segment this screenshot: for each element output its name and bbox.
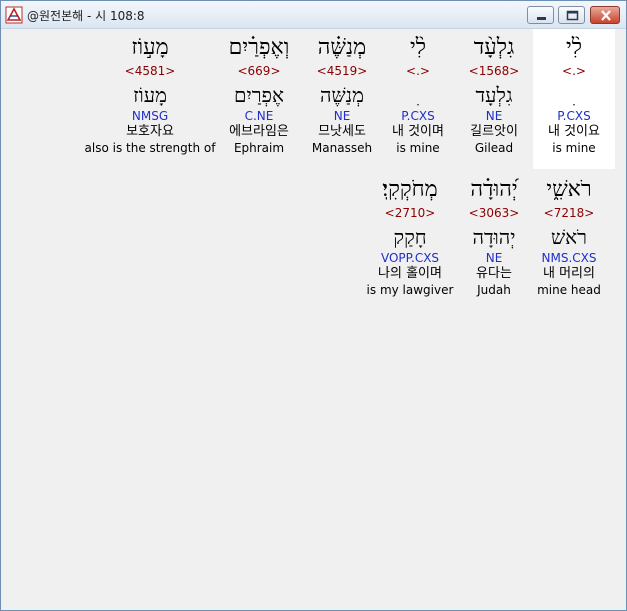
english-gloss: also is the strength of bbox=[84, 141, 216, 155]
word-1-6[interactable]: מָע֣וֹז <4581> מָעוֹז NMSG 보호자요 also is … bbox=[75, 33, 225, 156]
app-window: @원전본해 - 시 108:8 לִ֨י <.> ִ P.CXS 내 것이요 bbox=[0, 0, 627, 611]
close-button[interactable] bbox=[590, 6, 620, 24]
hebrew-word: וְאֶפְרַ֗יִם bbox=[228, 35, 290, 60]
window-title: @원전본해 - 시 108:8 bbox=[27, 9, 145, 23]
word-1-5[interactable]: וְאֶפְרַ֗יִם <669> אֶפְרַיִם C.NE 에브라임은 … bbox=[211, 33, 307, 156]
maximize-button[interactable] bbox=[558, 6, 585, 24]
hebrew-word: מְנַשֶּׁ֗ה bbox=[317, 35, 367, 60]
morphology: NE bbox=[333, 109, 351, 123]
strong-number[interactable]: <4519> bbox=[294, 63, 390, 79]
title-bar[interactable]: @원전본해 - 시 108:8 bbox=[1, 1, 626, 29]
maximize-icon bbox=[566, 10, 579, 21]
word-2-3[interactable]: מְחֹקְקִֽי׃ <2710> חָקַק VOPP.CXS 나의 홀이며… bbox=[355, 175, 465, 298]
korean-gloss: 나의 홀이며 bbox=[378, 266, 442, 281]
app-icon[interactable] bbox=[5, 6, 23, 24]
minimize-button[interactable] bbox=[527, 6, 554, 24]
close-icon bbox=[601, 10, 611, 21]
korean-gloss: 에브라임은 bbox=[229, 124, 289, 139]
lemma: מָעוֹז bbox=[133, 83, 167, 107]
korean-gloss: 보호자요 bbox=[126, 124, 174, 139]
lemma: חָקַק bbox=[393, 225, 427, 249]
english-gloss: is my lawgiver bbox=[366, 283, 454, 297]
morphology: NMSG bbox=[131, 109, 169, 123]
strong-number[interactable]: <669> bbox=[211, 63, 307, 79]
morphology: VOPP.CXS bbox=[380, 251, 440, 265]
morphology: C.NE bbox=[244, 109, 274, 123]
korean-gloss: 므낫세도 bbox=[318, 124, 366, 139]
strong-number[interactable]: <4581> bbox=[75, 63, 225, 79]
strong-number[interactable]: <2710> bbox=[355, 205, 465, 221]
minimize-icon bbox=[537, 17, 546, 20]
hebrew-word: מְחֹקְקִֽי׃ bbox=[382, 177, 438, 202]
hebrew-word: מָע֣וֹז bbox=[131, 35, 169, 60]
verse-panel: לִ֨י <.> ִ P.CXS 내 것이요 is mine גִלְעָ֨ד … bbox=[5, 29, 622, 608]
english-gloss: Ephraim bbox=[233, 141, 285, 155]
english-gloss: Manasseh bbox=[311, 141, 373, 155]
word-1-4[interactable]: מְנַשֶּׁ֗ה <4519> מְנַשֶּׁה NE 므낫세도 Mana… bbox=[294, 33, 390, 156]
lemma: אֶפְרַיִם bbox=[233, 83, 285, 107]
lemma: מְנַשֶּׁה bbox=[319, 83, 365, 107]
